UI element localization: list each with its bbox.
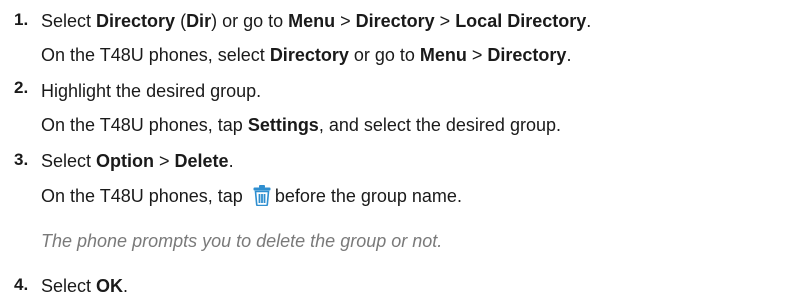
text: > [466, 45, 488, 65]
step-instruction: Select OK. [41, 275, 128, 297]
trash-icon [251, 184, 273, 211]
ui-term: Settings [247, 115, 319, 135]
text: . [586, 11, 592, 31]
ui-term: Directory [96, 11, 176, 31]
text: On the T48U phones, tap [41, 186, 248, 206]
text: > [434, 11, 456, 31]
text: , and select the desired group. [318, 115, 561, 135]
ui-term: Dir [186, 11, 212, 31]
ui-term: Menu [419, 45, 467, 65]
ui-term: Directory [355, 11, 435, 31]
text: . [566, 45, 572, 65]
text: > [335, 11, 356, 31]
step-number: 3. [14, 150, 29, 169]
ui-term: Option [96, 151, 155, 171]
text: before the group name. [274, 186, 462, 206]
text: Select [41, 151, 97, 171]
step-instruction: Select Option > Delete. [41, 150, 234, 172]
step-number: 1. [14, 10, 29, 29]
text: . [228, 151, 234, 171]
text: . [123, 276, 129, 296]
ui-term: OK [96, 276, 124, 296]
text: On the T48U phones, tap [41, 115, 248, 135]
text: ) or go to [211, 11, 289, 31]
ui-term: Directory [487, 45, 567, 65]
ui-term: Delete [174, 151, 229, 171]
text: > [154, 151, 175, 171]
step-number: 4. [14, 275, 29, 294]
text: On the T48U phones, select [41, 45, 270, 65]
procedure-steps: 1. Select Directory (Dir) or go to Menu … [0, 0, 787, 304]
text: ( [175, 11, 187, 31]
step-instruction: Highlight the desired group. [41, 80, 261, 102]
step-alt-instruction: On the T48U phones, tap Settings, and se… [41, 114, 561, 136]
step-result-note: The phone prompts you to delete the grou… [41, 231, 443, 251]
ui-term: Directory [269, 45, 349, 65]
ui-term: Local Directory [455, 11, 587, 31]
step-alt-instruction: On the T48U phones, tap before the group… [41, 184, 462, 211]
text: or go to [348, 45, 420, 65]
text: Select [41, 276, 97, 296]
step-number: 2. [14, 78, 29, 97]
step-alt-instruction: On the T48U phones, select Directory or … [41, 44, 571, 66]
step-instruction: Select Directory (Dir) or go to Menu > D… [41, 10, 591, 32]
ui-term: Menu [288, 11, 336, 31]
text: Highlight the desired group. [41, 81, 262, 101]
text: Select [41, 11, 97, 31]
